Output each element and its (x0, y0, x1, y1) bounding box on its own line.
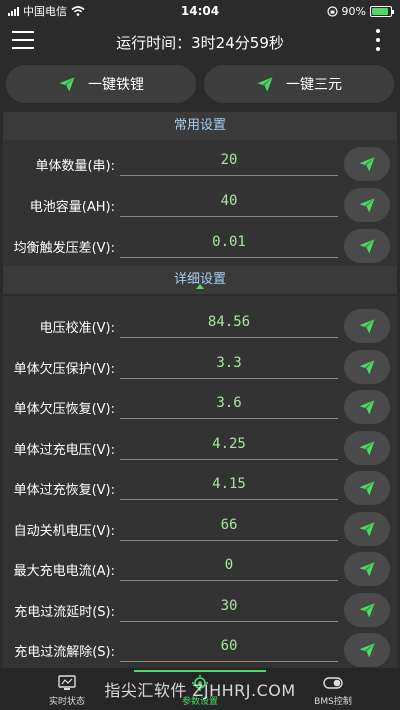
setting-row: 单体过充电压(V): 4.25 (3, 428, 397, 468)
cell-overcharge-recover-input[interactable]: 4.15 (120, 472, 338, 500)
setting-label: 电池容量(AH): (29, 200, 115, 215)
monitor-icon (58, 675, 76, 690)
setting-label: 单体欠压恢复(V): (13, 402, 115, 417)
send-icon (359, 319, 375, 334)
watermark-text: 指尖汇软件 ZJHHRJ.COM (104, 681, 296, 700)
cell-undervoltage-protect-input[interactable]: 3.3 (120, 351, 338, 379)
send-icon (359, 198, 375, 213)
send-icon (59, 77, 75, 92)
orientation-lock-icon (326, 5, 338, 17)
send-icon (359, 239, 375, 254)
detail-settings-header[interactable]: 详细设置 (3, 266, 397, 294)
send-icon (359, 521, 375, 536)
send-button[interactable] (344, 147, 390, 181)
collapse-caret-icon[interactable] (196, 284, 204, 289)
battery-fill (372, 7, 389, 15)
setting-row: 电池容量(AH): 40 (3, 185, 397, 225)
charge-overcurrent-release-input[interactable]: 60 (120, 634, 338, 662)
send-button[interactable] (344, 592, 390, 627)
setting-row: 单体过充恢复(V): 4.15 (3, 468, 397, 508)
send-icon (359, 359, 375, 374)
send-button[interactable] (344, 188, 390, 222)
cell-overcharge-voltage-input[interactable]: 4.25 (120, 432, 338, 460)
cell-count-input[interactable]: 20 (120, 148, 338, 176)
battery-percent: 90% (341, 4, 366, 18)
send-button[interactable] (344, 430, 390, 465)
section-title: 常用设置 (173, 118, 226, 133)
setting-label: 充电过流延时(S): (14, 604, 115, 620)
one-key-ternary-button[interactable]: 一键三元 (204, 65, 394, 103)
send-button[interactable] (344, 552, 390, 586)
send-icon (359, 481, 375, 496)
balance-trigger-input[interactable]: 0.01 (120, 230, 338, 258)
send-button[interactable] (344, 511, 390, 546)
send-icon (359, 562, 375, 577)
max-charge-current-input[interactable]: 0 (120, 553, 338, 581)
voltage-calibration-input[interactable]: 84.56 (120, 310, 338, 338)
setting-row: 充电过流延时(S): 30 (3, 590, 397, 630)
setting-label: 单体欠压保护(V): (13, 361, 115, 377)
auto-shutdown-voltage-input[interactable]: 66 (120, 513, 338, 541)
detail-settings-section: 电压校准(V): 84.56 单体欠压保护(V): 3.3 单体欠压恢复(V):… (3, 296, 397, 668)
send-icon (359, 157, 375, 172)
common-settings-header: 常用设置 (3, 112, 397, 140)
send-button[interactable] (344, 633, 390, 667)
setting-row: 单体数量(串): 20 (3, 144, 397, 184)
app-header: 运行时间：3时24分59秒 (0, 22, 400, 62)
setting-label: 电压校准(V): (39, 321, 115, 336)
setting-row: 自动关机电压(V): 66 (3, 509, 397, 549)
send-button[interactable] (344, 390, 390, 424)
status-right: 90% (326, 4, 394, 18)
cell-undervoltage-recover-input[interactable]: 3.6 (120, 391, 338, 419)
setting-label: 自动关机电压(V): (13, 523, 115, 539)
setting-label: 最大充电电流(A): (13, 564, 115, 579)
setting-label: 单体过充恢复(V): (13, 483, 115, 498)
quick-action-label: 一键铁锂 (88, 77, 144, 93)
send-icon (359, 440, 375, 455)
toggle-icon (323, 677, 343, 689)
charge-overcurrent-delay-input[interactable]: 30 (120, 594, 338, 622)
setting-row: 单体欠压恢复(V): 3.6 (3, 387, 397, 427)
setting-row: 单体欠压保护(V): 3.3 (3, 347, 397, 387)
send-button[interactable] (344, 471, 390, 505)
setting-row: 充电过流解除(S): 60 (3, 630, 397, 670)
setting-label: 充电过流解除(S): (14, 645, 115, 660)
setting-row: 电压校准(V): 84.56 (3, 306, 397, 346)
setting-label: 单体过充电压(V): (13, 442, 115, 458)
setting-row: 均衡触发压差(V): 0.01 (3, 226, 397, 266)
send-button[interactable] (344, 349, 390, 384)
setting-label: 均衡触发压差(V): (13, 241, 115, 256)
quick-actions: 一键铁锂 一键三元 (6, 65, 394, 103)
quick-action-label: 一键三元 (286, 77, 342, 93)
send-icon (257, 77, 273, 92)
send-icon (359, 643, 375, 658)
setting-row: 最大充电电流(A): 0 (3, 549, 397, 589)
active-tab-indicator (134, 670, 266, 672)
common-settings-section: 单体数量(串): 20 电池容量(AH): 40 均衡触发压差(V): 0.01 (3, 140, 397, 266)
one-key-lifepo4-button[interactable]: 一键铁锂 (6, 65, 196, 103)
runtime-title: 运行时间：3时24分59秒 (116, 34, 284, 52)
send-icon (359, 400, 375, 415)
send-icon (359, 602, 375, 617)
status-bar: 中国电信 14:04 90% (0, 0, 400, 22)
setting-label: 单体数量(串): (35, 159, 115, 174)
battery-icon (370, 5, 394, 17)
capacity-input[interactable]: 40 (120, 189, 338, 217)
more-options-icon[interactable] (376, 29, 380, 51)
send-button[interactable] (344, 309, 390, 343)
send-button[interactable] (344, 229, 390, 263)
